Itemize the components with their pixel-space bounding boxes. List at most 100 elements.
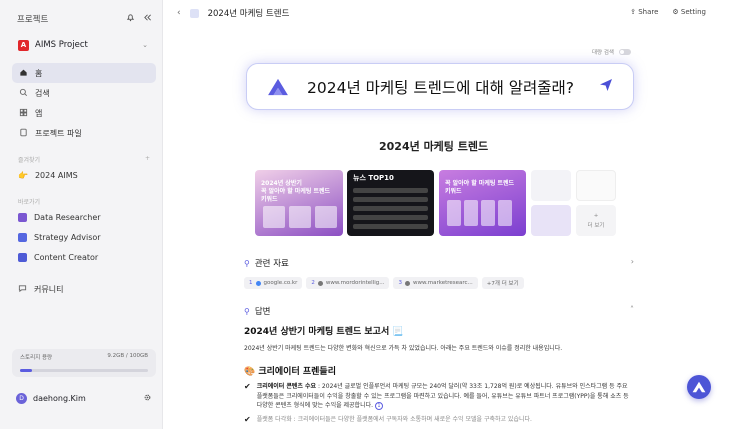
source-chip[interactable]: 1 google.co.kr: [244, 277, 303, 289]
gallery-image-2-line: [353, 224, 428, 229]
gallery-image-3-tile: [447, 200, 461, 226]
collapse-sidebar-icon[interactable]: [143, 13, 152, 25]
google-icon: [255, 280, 261, 286]
page-title: 2024년 마케팅 트렌드: [207, 9, 290, 19]
assistant-data-researcher[interactable]: Data Researcher: [12, 207, 156, 227]
file-icon: [18, 128, 28, 139]
globe-icon: [317, 280, 323, 286]
sidebar-item-label: 프로젝트 파일: [35, 128, 82, 138]
storage-progress-bar: [20, 369, 148, 372]
bullet-text: 플랫폼 다각화 : 크리에이터들은 다양한 플랫폼에서 구독자와 소통하며 새로…: [256, 416, 532, 423]
related-title: 관련 자료: [254, 259, 289, 269]
answer-section-header[interactable]: ⚲ 답변: [244, 305, 271, 318]
bulk-search-label: 대량 검색: [592, 50, 614, 56]
gallery-image-3-tile: [481, 200, 495, 226]
sidebar-title: 프로젝트: [17, 14, 49, 25]
aims-logo-icon: [268, 78, 288, 95]
source-list: 1 google.co.kr 2 www.mordorintellig... 3 ww…: [244, 277, 524, 289]
query-text: 2024년 마케팅 트렌드에 대해 알려줄래?: [307, 78, 575, 97]
assistant-fab-button[interactable]: [687, 375, 711, 399]
gallery-image-5[interactable]: [576, 170, 616, 201]
chevron-up-icon[interactable]: ˄: [630, 305, 634, 314]
related-section-header[interactable]: ⚲ 관련 자료: [244, 257, 289, 270]
more-sources-chip[interactable]: +7개 더 보기: [481, 277, 524, 289]
project-name: AIMS Project: [35, 40, 88, 50]
gallery-image-2-line: [353, 215, 428, 220]
setting-button[interactable]: ⚙ Setting: [672, 8, 706, 16]
source-index: 3: [398, 280, 402, 286]
gallery-image-2-line: [353, 206, 428, 211]
gear-icon: ⚙: [672, 8, 679, 16]
project-selector[interactable]: A AIMS Project ⌄: [12, 36, 154, 54]
gallery-caption-2: 뉴스 TOP10: [353, 174, 394, 182]
sidebar: 프로젝트 A AIMS Project ⌄ 홈 검색 앱 프로젝트 파일 즐겨찾…: [0, 0, 163, 429]
answer-bullet: ✔ 플랫폼 다각화 : 크리에이터들은 다양한 플랫폼에서 구독자와 소통하며 …: [244, 415, 634, 425]
sidebar-nav: 홈 검색 앱 프로젝트 파일: [0, 63, 162, 143]
search-icon: [18, 88, 28, 99]
answer-bullet: ✔ 크리에이터 콘텐츠 수요 : 2024년 글로벌 인플루언서 마케팅 규모는…: [244, 382, 634, 411]
sidebar-item-apps[interactable]: 앱: [12, 103, 156, 123]
globe-icon: [404, 280, 410, 286]
source-chip[interactable]: 3 www.marketresearc...: [393, 277, 478, 289]
assistant-label: Strategy Advisor: [34, 232, 101, 242]
assistant-label: Data Researcher: [34, 212, 101, 222]
source-label: www.mordorintellig...: [325, 280, 385, 286]
share-icon: ⇪: [630, 8, 636, 16]
assistants-section-label: 바로가기: [18, 197, 162, 207]
citation-badge[interactable]: 1: [374, 402, 383, 410]
community-label: 커뮤니티: [34, 284, 64, 294]
share-button[interactable]: ⇪ Share: [630, 8, 658, 16]
sidebar-item-community[interactable]: 커뮤니티: [12, 279, 156, 299]
assistant-label: Content Creator: [34, 252, 99, 262]
gallery-image-1[interactable]: 2024년 상반기 꼭 알아야 할 마케팅 트렌드 키워드: [255, 170, 343, 236]
content-creator-icon: [18, 252, 27, 262]
gallery-image-3[interactable]: 꼭 알아야 할 마케팅 트렌드 키워드: [439, 170, 526, 236]
chevron-down-icon: ⌄: [142, 41, 148, 49]
strategy-advisor-icon: [18, 232, 27, 242]
query-box[interactable]: 2024년 마케팅 트렌드에 대해 알려줄래?: [246, 63, 634, 110]
storage-progress-fill: [20, 369, 32, 372]
gallery-image-3-tile: [498, 200, 512, 226]
gallery-image-2-line: [353, 197, 428, 202]
gallery-caption-3: 꼭 알아야 할 마케팅 트렌드 키워드: [445, 180, 515, 195]
source-chip[interactable]: 2 www.mordorintellig...: [306, 277, 390, 289]
answer-title: 답변: [254, 307, 271, 317]
send-icon[interactable]: [599, 78, 613, 96]
check-icon: ✔: [244, 415, 251, 424]
gallery-image-1-tile: [263, 206, 285, 228]
assistant-strategy-advisor[interactable]: Strategy Advisor: [12, 227, 156, 247]
add-favorite-icon[interactable]: +: [145, 155, 150, 165]
sidebar-item-label: 검색: [35, 88, 50, 98]
bullet-text: 크리에이터 콘텐츠 수요 : 2024년 글로벌 인플루언서 마케팅 규모는 2…: [257, 382, 634, 411]
gallery-image-1-tile: [289, 206, 311, 228]
user-profile[interactable]: D daehong.Kim: [16, 393, 152, 404]
sidebar-item-search[interactable]: 검색: [12, 83, 156, 103]
favorites-section-label: 즐겨찾기 +: [18, 155, 162, 165]
answer-subheading: 🎨 크리에이터 프렌들리: [244, 367, 336, 377]
plus-icon: +: [593, 212, 599, 219]
answer-intro: 2024년 상반기 마케팅 트렌드는 다양한 변화와 혁신으로 가득 차 있었습…: [244, 345, 563, 352]
main-content: ‹ 2024년 마케팅 트렌드 ⇪ Share ⚙ Setting 대량 검색 …: [163, 0, 730, 429]
chevron-right-icon[interactable]: ›: [631, 257, 634, 266]
bell-icon[interactable]: [126, 13, 135, 25]
project-logo-icon: A: [18, 39, 29, 51]
gallery-image-4[interactable]: [531, 170, 571, 201]
favorite-item-2024-aims[interactable]: 👉 2024 AIMS: [12, 165, 156, 185]
gallery-image-3-tile: [464, 200, 478, 226]
gallery-more-button[interactable]: + 더 보기: [576, 205, 616, 236]
source-label: google.co.kr: [263, 280, 298, 286]
gallery-caption-1: 2024년 상반기 꼭 알아야 할 마케팅 트렌드 키워드: [261, 180, 331, 203]
pin-icon: ⚲: [244, 258, 250, 268]
sidebar-item-label: 앱: [35, 108, 43, 118]
topbar: ‹ 2024년 마케팅 트렌드 ⇪ Share ⚙ Setting: [163, 0, 730, 26]
gallery-image-2[interactable]: 뉴스 TOP10: [347, 170, 434, 236]
bulk-search-toggle[interactable]: [619, 49, 631, 55]
assistant-content-creator[interactable]: Content Creator: [12, 247, 156, 267]
share-label: Share: [638, 8, 659, 16]
back-icon[interactable]: ‹: [177, 8, 181, 18]
gallery-image-6[interactable]: [531, 205, 571, 236]
community-icon: [18, 284, 27, 295]
sidebar-item-project-files[interactable]: 프로젝트 파일: [12, 123, 156, 143]
gear-icon[interactable]: [143, 393, 152, 404]
sidebar-item-home[interactable]: 홈: [12, 63, 156, 83]
